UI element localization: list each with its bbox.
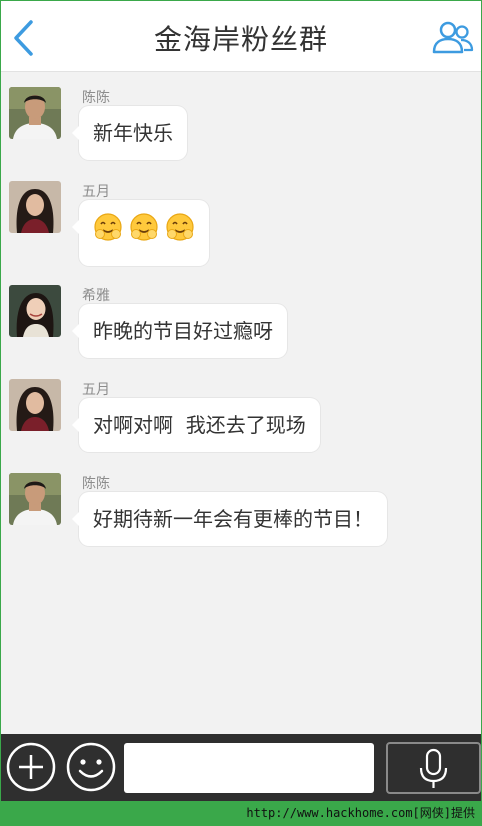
message-bubble[interactable]: 新年快乐 [72, 106, 187, 160]
page-title: 金海岸粉丝群 [153, 23, 328, 56]
sender-name: 五月 [82, 382, 110, 398]
chat-message-list[interactable]: 陈陈 新年快乐 五月 希雅 昨晚的节目好过瘾呀 五月 对啊对啊 我还去了现场 陈… [1, 72, 481, 734]
avatar[interactable] [9, 473, 61, 525]
message-bubble[interactable]: 对啊对啊 我还去了现场 [72, 398, 320, 452]
avatar[interactable] [9, 87, 61, 139]
avatar[interactable] [9, 181, 61, 233]
message-bubble[interactable]: 昨晚的节目好过瘾呀 [72, 304, 287, 358]
voice-button[interactable] [386, 742, 481, 794]
message-input[interactable] [124, 743, 374, 793]
emoji-button[interactable] [64, 740, 118, 794]
sender-name: 陈陈 [82, 90, 110, 106]
sender-name: 希雅 [82, 288, 110, 304]
input-toolbar [1, 734, 481, 801]
add-button[interactable] [4, 740, 58, 794]
group-members-button[interactable] [431, 19, 475, 57]
smiley-icon [66, 742, 116, 792]
hug-emoji-icon [166, 213, 194, 241]
watermark-bar: http://www.hackhome.com[网侠]提供 [1, 801, 481, 825]
app-frame: 金海岸粉丝群 陈陈 新年快乐 五月 希雅 昨晚的节目好过瘾呀 五月 对啊对啊 我… [0, 0, 482, 826]
chevron-left-icon [14, 20, 33, 56]
emoji-row [93, 212, 195, 242]
back-button[interactable] [9, 19, 39, 57]
hug-emoji-icon [130, 213, 158, 241]
avatar[interactable] [9, 285, 61, 337]
title-bar: 金海岸粉丝群 [1, 1, 481, 72]
plus-circle-icon [6, 742, 56, 792]
message-bubble[interactable] [72, 200, 209, 266]
microphone-icon [419, 748, 448, 788]
message-bubble[interactable]: 好期待新一年会有更棒的节目！ [72, 492, 387, 546]
sender-name: 五月 [82, 184, 110, 200]
sender-name: 陈陈 [82, 476, 110, 492]
group-members-icon [432, 21, 474, 54]
hug-emoji-icon [94, 213, 122, 241]
avatar[interactable] [9, 379, 61, 431]
